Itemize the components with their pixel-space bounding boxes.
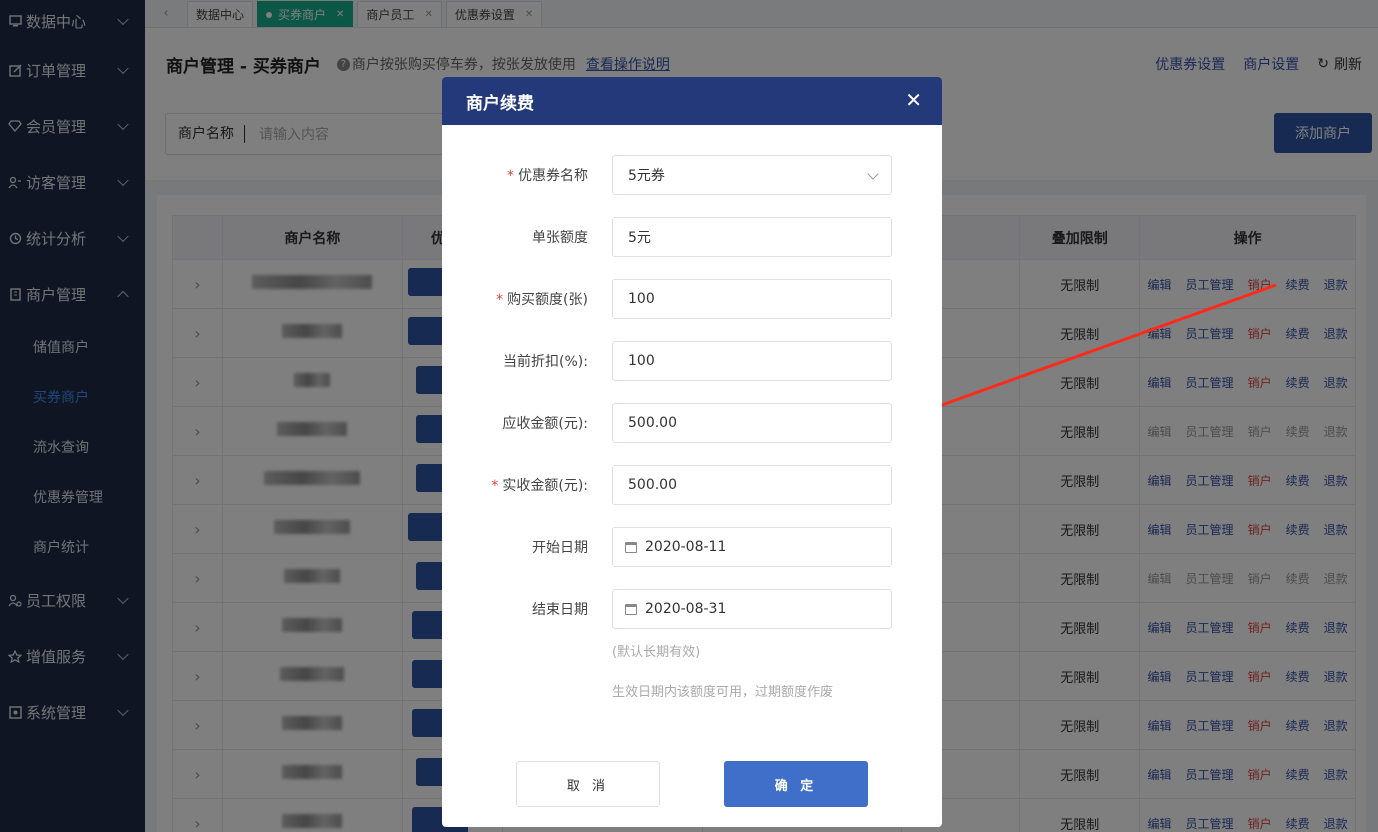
field-label: 开始日期 xyxy=(442,537,600,557)
form-row-discount: 当前折扣(%): 100 xyxy=(442,341,942,381)
default-validity-note: (默认长期有效) xyxy=(612,645,701,660)
field-label-text: 单张额度 xyxy=(532,230,588,246)
received-amount-field[interactable]: 500.00 xyxy=(612,465,892,505)
confirm-button[interactable]: 确 定 xyxy=(724,761,868,807)
modal-title: 商户续费 xyxy=(466,93,534,114)
required-mark: * xyxy=(496,292,504,308)
cancel-button[interactable]: 取 消 xyxy=(516,761,660,807)
form-row-receivable: 应收金额(元): 500.00 xyxy=(442,403,942,443)
field-label-text: 应收金额(元): xyxy=(502,416,588,432)
unit-amount-field[interactable]: 5元 xyxy=(612,217,892,257)
coupon-name-select[interactable]: 5元券 xyxy=(612,155,892,195)
form-row-start-date: 开始日期 2020-08-11 xyxy=(442,527,942,567)
select-value: 5元券 xyxy=(628,168,665,184)
receivable-amount-field[interactable]: 500.00 xyxy=(612,403,892,443)
form-row-unit-amount: 单张额度 5元 xyxy=(442,217,942,257)
form-row-end-date: 结束日期 2020-08-31 xyxy=(442,589,942,629)
field-value: 100 xyxy=(628,291,655,307)
field-label: 当前折扣(%): xyxy=(442,351,600,371)
modal-header: 商户续费 ✕ xyxy=(442,77,942,125)
chevron-down-icon xyxy=(867,168,879,180)
field-label: * 优惠券名称 xyxy=(442,165,600,185)
renew-modal: 商户续费 ✕ * 优惠券名称 5元券 单张额度 5元 * 购买额度(张) 100 当… xyxy=(442,77,942,827)
purchase-qty-field[interactable]: 100 xyxy=(612,279,892,319)
field-value: 500.00 xyxy=(628,477,677,493)
field-value: 500.00 xyxy=(628,415,677,431)
start-date-picker[interactable]: 2020-08-11 xyxy=(612,527,892,567)
field-label-text: 优惠券名称 xyxy=(518,168,588,184)
required-mark: * xyxy=(507,168,514,184)
field-label-text: 当前折扣(%): xyxy=(503,354,588,370)
discount-field[interactable]: 100 xyxy=(612,341,892,381)
required-mark: * xyxy=(491,478,499,494)
field-value: 2020-08-31 xyxy=(645,601,727,617)
field-label-text: 购买额度(张) xyxy=(507,292,588,308)
field-value: 100 xyxy=(628,353,655,369)
form-row-received: * 实收金额(元): 500.00 xyxy=(442,465,942,505)
field-label: 结束日期 xyxy=(442,599,600,619)
form-row-coupon-name: * 优惠券名称 5元券 xyxy=(442,155,942,195)
field-label-text: 开始日期 xyxy=(532,540,588,556)
field-label: * 购买额度(张) xyxy=(442,289,600,309)
field-label: 单张额度 xyxy=(442,227,600,247)
field-label: * 实收金额(元): xyxy=(442,475,600,495)
calendar-icon xyxy=(625,541,637,553)
close-icon[interactable]: ✕ xyxy=(905,90,922,110)
field-value: 2020-08-11 xyxy=(645,539,727,555)
field-label-text: 结束日期 xyxy=(532,602,588,618)
field-value: 5元 xyxy=(628,230,651,246)
calendar-icon xyxy=(625,603,637,615)
field-label-text: 实收金额(元): xyxy=(502,478,588,494)
validity-rule-note: 生效日期内该额度可用，过期额度作废 xyxy=(612,685,834,700)
form-row-purchase-qty: * 购买额度(张) 100 xyxy=(442,279,942,319)
field-label: 应收金额(元): xyxy=(442,413,600,433)
end-date-picker[interactable]: 2020-08-31 xyxy=(612,589,892,629)
